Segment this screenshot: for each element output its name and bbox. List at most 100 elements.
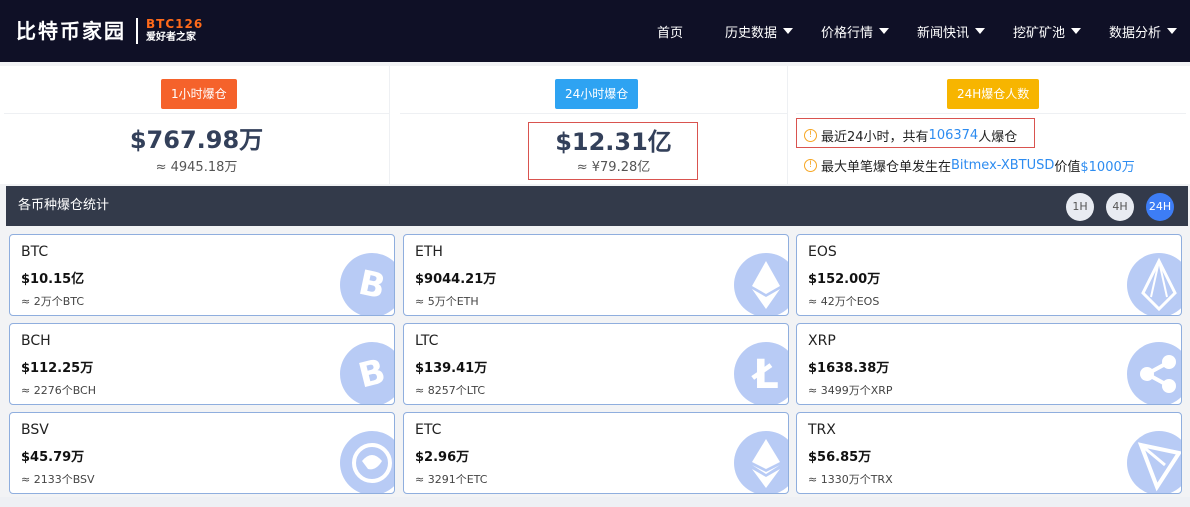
coin-card-bsv[interactable]: BSV $45.79万 ≈ 2133个BSV [9, 412, 395, 494]
bitcoin-icon: B [340, 253, 394, 315]
coin-card-trx[interactable]: TRX $56.85万 ≈ 1330万个TRX [796, 412, 1182, 494]
period-1h-button[interactable]: 1H [1066, 193, 1094, 221]
stat-24h-approx: ≈ ¥79.28亿 [576, 160, 651, 175]
nav-item-news[interactable]: 新闻快讯 [917, 0, 986, 62]
litecoin-icon: Ł [734, 342, 788, 404]
svg-text:B: B [355, 263, 389, 308]
info-text: 最大单笔爆仓单发生在 [821, 160, 952, 175]
stat-header: 24小时爆仓 [400, 66, 787, 114]
logo-tagline: 爱好者之家 [146, 32, 196, 43]
coin-liquidation-amount: $56.85万 [808, 450, 872, 465]
coin-card-etc[interactable]: ETC $2.96万 ≈ 3291个ETC [403, 412, 789, 494]
coin-symbol: LTC [415, 333, 439, 349]
stat-1h-approx: ≈ 4945.18万 [155, 160, 238, 175]
chevron-down-icon [879, 28, 890, 34]
ethereum-classic-icon [734, 431, 788, 493]
coin-symbol: BTC [21, 244, 49, 260]
stat-header: 1小时爆仓 [4, 66, 389, 114]
nav-item-home[interactable]: 首页 [657, 0, 683, 62]
coin-symbol: BCH [21, 333, 51, 349]
coin-symbol: TRX [808, 422, 836, 438]
info-line-count: ! 最近24小时，共有 106374 人爆仓 [804, 126, 1017, 145]
svg-text:Ł: Ł [751, 352, 779, 398]
site-logo[interactable]: 比特币家园 BTC126 爱好者之家 [16, 18, 203, 44]
liquidation-summary: 1小时爆仓 $767.98万 ≈ 4945.18万 24小时爆仓 $12.31亿… [0, 66, 1190, 184]
nav-item-mining[interactable]: 挖矿矿池 [1013, 0, 1082, 62]
coin-liquidation-amount: $1638.38万 [808, 361, 890, 376]
coin-card-ltc[interactable]: LTC $139.41万 ≈ 8257个LTC Ł [403, 323, 789, 405]
coin-liquidation-amount: $9044.21万 [415, 272, 497, 287]
coin-liquidation-qty: ≈ 2万个BTC [21, 295, 85, 308]
nav-item-prices[interactable]: 价格行情 [821, 0, 890, 62]
nav-item-label: 价格行情 [821, 25, 874, 41]
coin-liquidation-amount: $152.00万 [808, 272, 881, 287]
info-icon: ! [804, 129, 817, 142]
tron-icon [1127, 431, 1181, 493]
chevron-down-icon [1071, 28, 1082, 34]
info-icon: ! [804, 159, 817, 172]
coin-liquidation-amount: $45.79万 [21, 450, 85, 465]
coin-card-btc[interactable]: BTC $10.15亿 ≈ 2万个BTC B [9, 234, 395, 316]
period-4h-button[interactable]: 4H [1106, 193, 1134, 221]
nav-item-label: 首页 [657, 25, 684, 41]
trading-pair-link[interactable]: Bitmex-XBTUSD [951, 158, 1054, 173]
liquidated-count: 106374 [928, 128, 979, 143]
coin-symbol: ETH [415, 244, 443, 260]
chevron-down-icon [975, 28, 986, 34]
ripple-icon [1127, 342, 1181, 404]
coin-card-eth[interactable]: ETH $9044.21万 ≈ 5万个ETH [403, 234, 789, 316]
coin-liquidation-amount: $112.25万 [21, 361, 94, 376]
tag-24h: 24小时爆仓 [555, 79, 639, 109]
coin-symbol: XRP [808, 333, 836, 349]
coin-liquidation-qty: ≈ 8257个LTC [415, 384, 486, 397]
coin-card-eos[interactable]: EOS $152.00万 ≈ 42万个EOS [796, 234, 1182, 316]
info-line-largest: ! 最大单笔爆仓单发生在 Bitmex-XBTUSD 价值 $1000万 [804, 156, 1135, 175]
coin-liquidation-amount: $10.15亿 [21, 272, 85, 287]
stat-24h: 24小时爆仓 $12.31亿 ≈ ¥79.28亿 [400, 66, 788, 184]
coin-card-bch[interactable]: BCH $112.25万 ≈ 2276个BCH B [9, 323, 395, 405]
bsv-dragon-icon [340, 431, 394, 493]
largest-value: $1000万 [1080, 160, 1135, 175]
coin-liquidation-qty: ≈ 2133个BSV [21, 473, 95, 486]
coin-symbol: ETC [415, 422, 442, 438]
nav-item-label: 数据分析 [1109, 25, 1162, 41]
nav-item-label: 挖矿矿池 [1013, 25, 1066, 41]
coin-liquidation-qty: ≈ 3291个ETC [415, 473, 488, 486]
logo-title: 比特币家园 [16, 19, 126, 43]
nav-item-analysis[interactable]: 数据分析 [1109, 0, 1178, 62]
ethereum-icon [734, 253, 788, 315]
chevron-down-icon [1167, 28, 1178, 34]
svg-text:B: B [355, 351, 390, 396]
info-text: 最近24小时，共有 [821, 130, 929, 145]
nav-item-history[interactable]: 历史数据 [725, 0, 794, 62]
info-text: 人爆仓 [978, 130, 1018, 145]
logo-brand: BTC126 [146, 17, 204, 31]
info-text: 价值 [1054, 160, 1081, 175]
coin-card-xrp[interactable]: XRP $1638.38万 ≈ 3499万个XRP [796, 323, 1182, 405]
nav-item-label: 新闻快讯 [917, 25, 970, 41]
stat-24h-value: $12.31亿 [555, 128, 672, 156]
bitcoin-cash-icon: B [340, 342, 394, 404]
stat-people: 24H爆仓人数 ! 最近24小时，共有 106374 人爆仓 ! 最大单笔爆仓单发生… [796, 66, 1186, 184]
coin-liquidation-qty: ≈ 3499万个XRP [808, 384, 893, 397]
stat-1h: 1小时爆仓 $767.98万 ≈ 4945.18万 [4, 66, 390, 184]
stat-header: 24H爆仓人数 [796, 66, 1186, 114]
top-navbar: 比特币家园 BTC126 爱好者之家 首页 历史数据 价格行情 新闻快讯 挖矿矿… [0, 0, 1190, 62]
coin-liquidation-qty: ≈ 42万个EOS [808, 295, 880, 308]
logo-sub-block: BTC126 爱好者之家 [146, 18, 203, 44]
coin-liquidation-amount: $139.41万 [415, 361, 488, 376]
period-24h-button[interactable]: 24H [1146, 193, 1174, 221]
tag-24h-people: 24H爆仓人数 [947, 79, 1040, 109]
coin-liquidation-qty: ≈ 5万个ETH [415, 295, 479, 308]
coin-symbol: EOS [808, 244, 837, 260]
logo-divider [136, 18, 138, 44]
nav-item-label: 历史数据 [725, 25, 778, 41]
coin-stats-header: 各币种爆仓统计 1H 4H 24H [6, 186, 1188, 226]
tag-1h: 1小时爆仓 [161, 79, 237, 109]
chevron-down-icon [783, 28, 794, 34]
coin-liquidation-qty: ≈ 2276个BCH [21, 384, 97, 397]
coin-liquidation-qty: ≈ 1330万个TRX [808, 473, 893, 486]
eos-icon [1127, 253, 1181, 315]
stat-1h-value: $767.98万 [129, 126, 264, 154]
section-title: 各币种爆仓统计 [18, 198, 110, 213]
